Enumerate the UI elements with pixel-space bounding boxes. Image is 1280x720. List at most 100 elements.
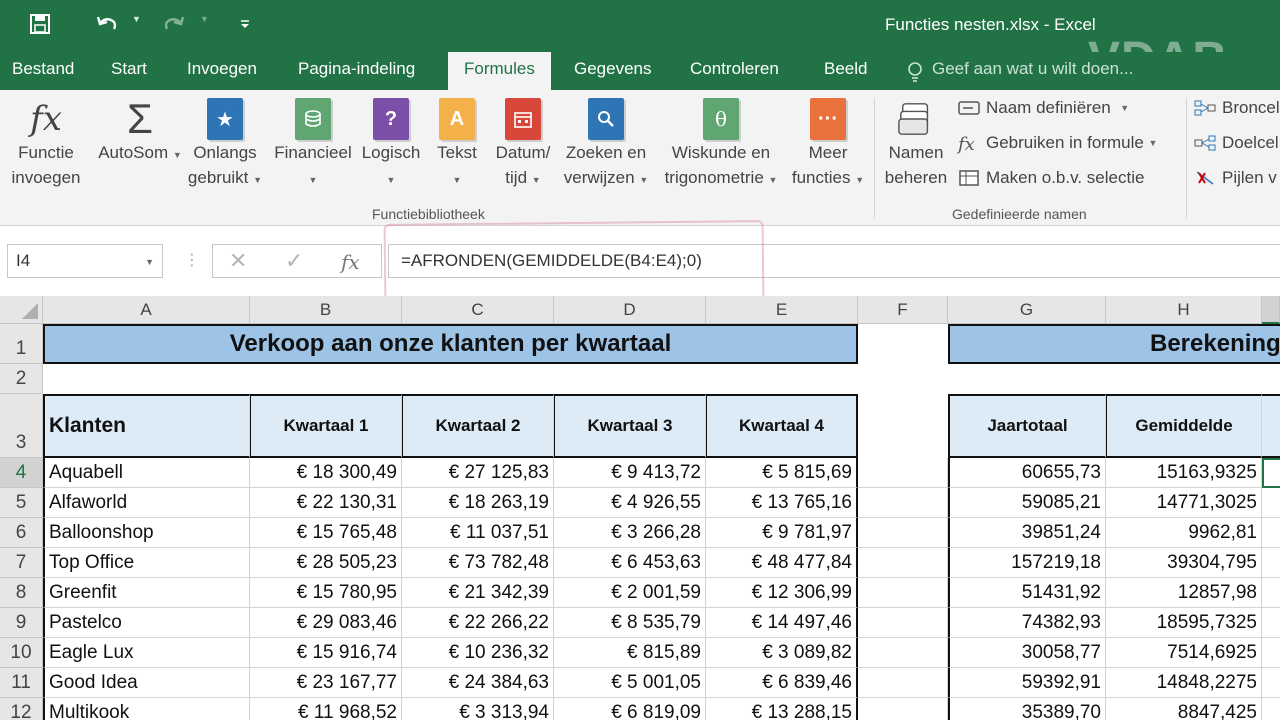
cell-i-4[interactable] (1262, 458, 1280, 488)
cell-e-9[interactable]: € 14 497,46 (706, 608, 858, 638)
cell-g-8[interactable]: 51431,92 (948, 578, 1106, 608)
cell-f-7[interactable] (858, 548, 948, 578)
cell-b-12[interactable]: € 11 968,52 (250, 698, 402, 720)
cell-h-6[interactable]: 9962,81 (1106, 518, 1262, 548)
row-header[interactable]: 11 (0, 668, 43, 698)
cell-h-12[interactable]: 8847,425 (1106, 698, 1262, 720)
cell-c-7[interactable]: € 73 782,48 (402, 548, 554, 578)
cell-c-10[interactable]: € 10 236,32 (402, 638, 554, 668)
cell-d-12[interactable]: € 6 819,09 (554, 698, 706, 720)
cell-e-11[interactable]: € 6 839,46 (706, 668, 858, 698)
cell-f-6[interactable] (858, 518, 948, 548)
cell-b-9[interactable]: € 29 083,46 (250, 608, 402, 638)
cell-i-11[interactable] (1262, 668, 1280, 698)
cell-g-6[interactable]: 39851,24 (948, 518, 1106, 548)
cell-e-7[interactable]: € 48 477,84 (706, 548, 858, 578)
cell-e-4[interactable]: € 5 815,69 (706, 458, 858, 488)
redo-icon[interactable] (162, 12, 186, 36)
cell-c-6[interactable]: € 11 037,51 (402, 518, 554, 548)
row-header[interactable]: 12 (0, 698, 43, 720)
tab-invoegen[interactable]: Invoegen (187, 59, 257, 79)
cell-c-4[interactable]: € 27 125,83 (402, 458, 554, 488)
cell-e-8[interactable]: € 12 306,99 (706, 578, 858, 608)
column-header-h[interactable]: H (1106, 296, 1262, 324)
use-in-formula-button[interactable]: fx Gebruiken in formule ▼ (958, 133, 1157, 155)
cell-i-6[interactable] (1262, 518, 1280, 548)
cell-a-11[interactable]: Good Idea (43, 668, 250, 698)
cell-c-9[interactable]: € 22 266,22 (402, 608, 554, 638)
cell-e-6[interactable]: € 9 781,97 (706, 518, 858, 548)
cell-g-11[interactable]: 59392,91 (948, 668, 1106, 698)
column-header-f[interactable]: F (858, 296, 948, 324)
row-header[interactable]: 1 (0, 324, 43, 364)
recently-used-button[interactable]: ★ Onlangs gebruikt ▼ (184, 98, 266, 193)
row-header[interactable]: 7 (0, 548, 43, 578)
cell-d-9[interactable]: € 8 535,79 (554, 608, 706, 638)
tab-gegevens[interactable]: Gegevens (574, 59, 652, 79)
column-header-a[interactable]: A (43, 296, 250, 324)
cell-a-7[interactable]: Top Office (43, 548, 250, 578)
cell-g-9[interactable]: 74382,93 (948, 608, 1106, 638)
tab-controleren[interactable]: Controleren (690, 59, 779, 79)
cell-i-5[interactable] (1262, 488, 1280, 518)
cell-d-10[interactable]: € 815,89 (554, 638, 706, 668)
create-from-selection-button[interactable]: Maken o.b.v. selectie (958, 168, 1144, 188)
autosum-button[interactable]: Σ AutoSom ▼ (98, 98, 182, 168)
header-kwartaal-1[interactable]: Kwartaal 1 (250, 394, 402, 458)
header-jaartotaal[interactable]: Jaartotaal (948, 394, 1106, 458)
cell-g-4[interactable]: 60655,73 (948, 458, 1106, 488)
sheet-title[interactable]: Verkoop aan onze klanten per kwartaal (43, 324, 858, 364)
cell-h-5[interactable]: 14771,3025 (1106, 488, 1262, 518)
more-functions-button[interactable]: ··· Meer functies ▼ (788, 98, 868, 193)
cell-a-10[interactable]: Eagle Lux (43, 638, 250, 668)
cell-d-5[interactable]: € 4 926,55 (554, 488, 706, 518)
formula-input[interactable]: =AFRONDEN(GEMIDDELDE(B4:E4);0) (388, 244, 1280, 278)
cell-e-12[interactable]: € 13 288,15 (706, 698, 858, 720)
text-button[interactable]: A Tekst ▼ (430, 98, 484, 193)
header-klanten[interactable]: Klanten (43, 394, 250, 458)
cell-f-9[interactable] (858, 608, 948, 638)
cell-h-8[interactable]: 12857,98 (1106, 578, 1262, 608)
header-gemiddelde[interactable]: Gemiddelde (1106, 394, 1262, 458)
cell-h-7[interactable]: 39304,795 (1106, 548, 1262, 578)
cell-i-8[interactable] (1262, 578, 1280, 608)
cell-b-6[interactable]: € 15 765,48 (250, 518, 402, 548)
cell-a-4[interactable]: Aquabell (43, 458, 250, 488)
cell-g-5[interactable]: 59085,21 (948, 488, 1106, 518)
cell-d-8[interactable]: € 2 001,59 (554, 578, 706, 608)
cell-c-12[interactable]: € 3 313,94 (402, 698, 554, 720)
define-name-button[interactable]: Naam definiëren ▼ (958, 98, 1129, 118)
row-header[interactable]: 4 (0, 458, 43, 488)
column-header-d[interactable]: D (554, 296, 706, 324)
row-header[interactable]: 6 (0, 518, 43, 548)
row-header[interactable]: 8 (0, 578, 43, 608)
row-header[interactable]: 2 (0, 364, 43, 394)
cell-b-10[interactable]: € 15 916,74 (250, 638, 402, 668)
logical-button[interactable]: ? Logisch ▼ (356, 98, 426, 193)
cell-f-5[interactable] (858, 488, 948, 518)
customize-qat-icon[interactable] (236, 12, 254, 36)
column-header-g[interactable]: G (948, 296, 1106, 324)
cell-h-10[interactable]: 7514,6925 (1106, 638, 1262, 668)
cell-c-8[interactable]: € 21 342,39 (402, 578, 554, 608)
cell-g-12[interactable]: 35389,70 (948, 698, 1106, 720)
cell-d-7[interactable]: € 6 453,63 (554, 548, 706, 578)
cell-b-8[interactable]: € 15 780,95 (250, 578, 402, 608)
cell-f-10[interactable] (858, 638, 948, 668)
cell-i-7[interactable] (1262, 548, 1280, 578)
cell-i-9[interactable] (1262, 608, 1280, 638)
name-manager-button[interactable]: Namen beheren (880, 98, 952, 190)
save-icon[interactable] (28, 12, 52, 36)
redo-dropdown-icon[interactable]: ▼ (200, 14, 209, 24)
cell-c-5[interactable]: € 18 263,19 (402, 488, 554, 518)
remove-arrows-button[interactable]: Pijlen v (1194, 168, 1277, 188)
cell-d-4[interactable]: € 9 413,72 (554, 458, 706, 488)
cell-b-5[interactable]: € 22 130,31 (250, 488, 402, 518)
tab-bestand[interactable]: Bestand (12, 59, 74, 79)
cell-d-6[interactable]: € 3 266,28 (554, 518, 706, 548)
column-header-c[interactable]: C (402, 296, 554, 324)
cell-a-5[interactable]: Alfaworld (43, 488, 250, 518)
datetime-button[interactable]: Datum/ tijd ▼ (488, 98, 558, 193)
cell-a-6[interactable]: Balloonshop (43, 518, 250, 548)
lookup-reference-button[interactable]: Zoeken en verwijzen ▼ (558, 98, 654, 193)
